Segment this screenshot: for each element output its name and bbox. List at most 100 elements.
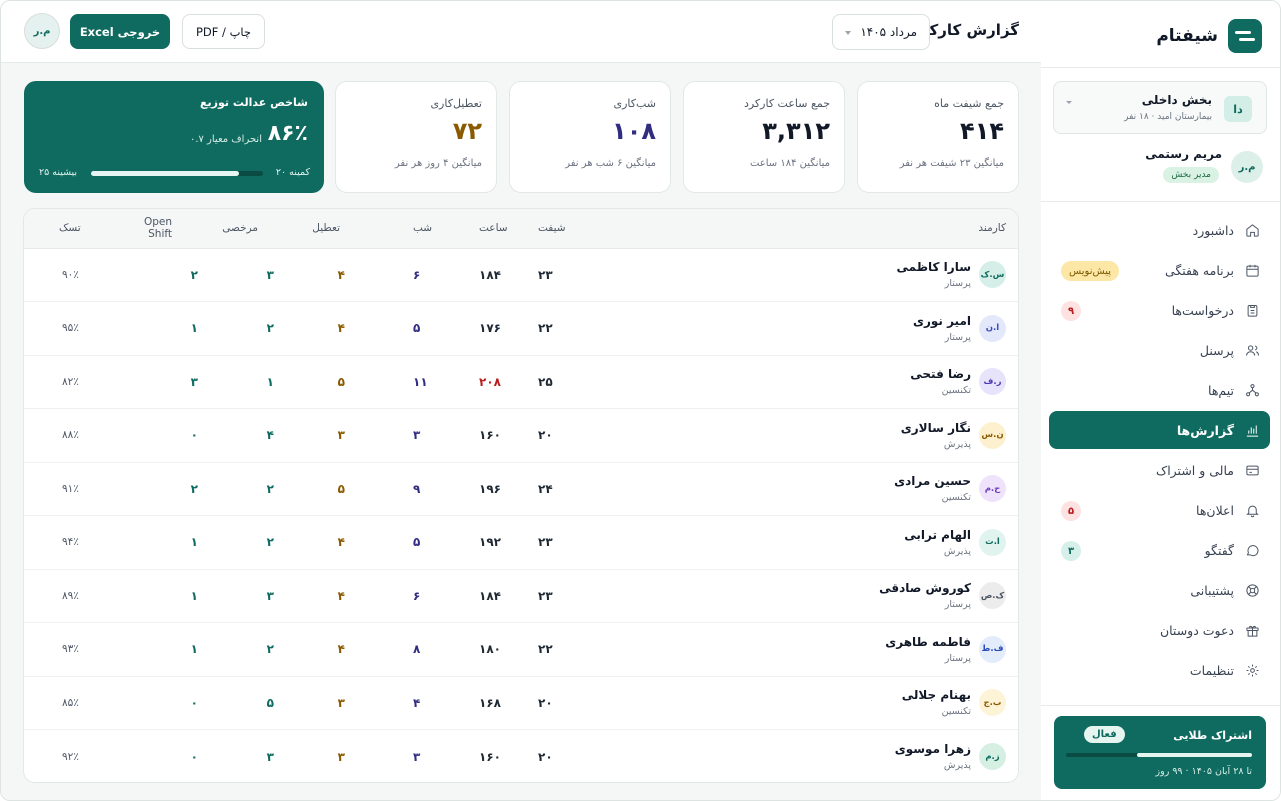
month-select-value: مرداد ۱۴۰۵ (860, 25, 917, 39)
cell-leave: ۴ (266, 428, 274, 443)
column-header-task[interactable]: تسک (24, 209, 88, 249)
cell-shifts: ۲۰ (538, 695, 553, 710)
sidebar-item-home[interactable]: داشبورد (1049, 211, 1270, 249)
column-header-open-shift[interactable]: Open Shift (88, 209, 172, 249)
cell-holidays: ۵ (337, 481, 345, 496)
kpi-label: جمع شیفت ماه (934, 97, 1004, 110)
column-header-nights[interactable]: شب (338, 209, 438, 249)
cell-open-shift: ۱ (190, 642, 198, 657)
employee-role: پذیرش (943, 760, 971, 771)
employee-name[interactable]: زهرا موسوی (895, 742, 971, 756)
table-row[interactable]: ف.ط فاطمه طاهری پرستار ۲۲ ۱۸۰ ۸ ۴ ۲ ۱ ۹۳٪ (24, 623, 1018, 676)
sidebar-item-label: اعلان‌ها (1196, 502, 1234, 518)
sidebar-item-gear[interactable]: تنظیمات (1049, 651, 1270, 689)
users-icon (1244, 342, 1260, 358)
table-row[interactable]: ر.ف رضا فتحی تکنسین ۲۵ ۲۰۸ ۱۱ ۵ ۱ ۳ ۸۲٪ (24, 355, 1018, 409)
table-row[interactable]: ب.ج بهنام جلالی تکنسین ۲۰ ۱۶۸ ۴ ۳ ۵ ۰ ۸۵٪ (24, 676, 1018, 730)
user-name: مریم رستمی (1145, 147, 1222, 161)
org-switcher[interactable]: دا بخش داخلی بیمارستان امید · ۱۸ نفر (1053, 81, 1267, 134)
cell-shifts: ۲۵ (538, 374, 553, 389)
fairness-value: ۸۶٪ (267, 121, 308, 146)
chat-icon (1244, 542, 1260, 558)
gift-icon (1244, 622, 1260, 638)
sidebar-item-teams[interactable]: تیم‌ها (1049, 371, 1270, 409)
export-excel-button[interactable]: خروجی Excel (70, 14, 170, 49)
column-header-shifts[interactable]: شیفت (518, 209, 618, 249)
cell-task: ۹۳٪ (62, 643, 79, 656)
employee-name[interactable]: حسین مرادی (894, 474, 971, 488)
kpi-value: ۴۱۴ (960, 117, 1004, 145)
employee-name[interactable]: فاطمه طاهری (885, 635, 971, 649)
cell-holidays: ۴ (337, 321, 345, 336)
cell-employee: س.ک سارا کاظمی پرستار (618, 248, 1018, 302)
table-row[interactable]: ا.ت الهام ترابی پذیرش ۲۳ ۱۹۲ ۵ ۴ ۲ ۱ ۹۴٪ (24, 516, 1018, 569)
sidebar-item-clipboard[interactable]: درخواست‌ها ۹ (1049, 291, 1270, 329)
employee-name[interactable]: کوروش صادقی (879, 581, 971, 595)
gear-icon (1244, 662, 1260, 678)
org-avatar: دا (1224, 96, 1252, 122)
cell-shifts: ۲۲ (538, 321, 553, 336)
table-row[interactable]: س.ک سارا کاظمی پرستار ۲۳ ۱۸۴ ۶ ۴ ۳ ۲ ۹۰٪ (24, 248, 1018, 302)
column-header-holidays[interactable]: تعطیل (248, 209, 340, 249)
profile-avatar-button[interactable]: م.ر (24, 13, 60, 49)
cell-employee: ح.م حسین مرادی تکنسین (618, 462, 1018, 516)
month-select[interactable]: مرداد ۱۴۰۵ (832, 14, 930, 50)
employee-name[interactable]: الهام ترابی (904, 528, 971, 542)
table-row[interactable]: ح.م حسین مرادی تکنسین ۲۴ ۱۹۶ ۹ ۵ ۲ ۲ ۹۱٪ (24, 462, 1018, 516)
subscription-card[interactable]: اشتراک طلایی فعال تا ۲۸ آبان ۱۴۰۵ · ۹۹ ر… (1054, 716, 1266, 789)
sidebar-item-gift[interactable]: دعوت دوستان (1049, 611, 1270, 649)
cell-shifts: ۲۰ (538, 749, 553, 764)
sidebar-item-bell[interactable]: اعلان‌ها ۵ (1049, 491, 1270, 529)
table-row[interactable]: ز.م زهرا موسوی پذیرش ۲۰ ۱۶۰ ۳ ۳ ۳ ۰ ۹۲٪ (24, 730, 1018, 783)
table-row[interactable]: ا.ن امیر نوری پرستار ۲۲ ۱۷۶ ۵ ۴ ۲ ۱ ۹۵٪ (24, 302, 1018, 356)
employee-name[interactable]: نگار سالاری (901, 421, 971, 435)
sidebar-item-chat[interactable]: گفتگو ۳ (1049, 531, 1270, 569)
teams-icon (1244, 382, 1260, 398)
kpi-label: تعطیل‌کاری (430, 97, 482, 110)
cell-employee: ا.ن امیر نوری پرستار (618, 302, 1018, 356)
employee-role: تکنسین (941, 385, 971, 397)
print-pdf-button[interactable]: چاپ / PDF (182, 14, 265, 49)
cell-nights: ۵ (413, 535, 421, 550)
cell-leave: ۵ (266, 695, 274, 710)
cell-shifts: ۲۳ (538, 535, 553, 550)
fairness-max: بیشینه ۲۵ (39, 167, 78, 178)
cell-task: ۸۲٪ (62, 375, 79, 388)
lifebuoy-icon (1244, 582, 1260, 598)
cell-leave: ۳ (266, 588, 274, 603)
employee-avatar: ک.ص (979, 582, 1006, 610)
user-avatar[interactable]: م.ر (1231, 151, 1263, 183)
table-row[interactable]: ک.ص کوروش صادقی پرستار ۲۳ ۱۸۴ ۶ ۴ ۳ ۱ ۸۹٪ (24, 569, 1018, 623)
sidebar-item-calendar[interactable]: برنامه هفتگی پیش‌نویس (1049, 251, 1270, 289)
employee-name[interactable]: امیر نوری (913, 314, 971, 328)
employee-name[interactable]: سارا کاظمی (897, 260, 971, 274)
fairness-title: شاخص عدالت توزیع (200, 96, 308, 109)
sidebar-item-users[interactable]: پرسنل (1049, 331, 1270, 369)
column-header-hours[interactable]: ساعت (438, 209, 518, 249)
employee-name[interactable]: رضا فتحی (910, 367, 971, 381)
kpi-value: ۱۰۸ (612, 117, 656, 145)
cell-holidays: ۴ (337, 642, 345, 657)
cell-holidays: ۳ (337, 695, 345, 710)
cell-employee: ک.ص کوروش صادقی پرستار (618, 569, 1018, 623)
clipboard-icon (1244, 302, 1260, 318)
cell-hours: ۲۰۸ (479, 374, 501, 389)
cell-employee: ب.ج بهنام جلالی تکنسین (618, 676, 1018, 730)
cell-hours: ۱۹۶ (479, 481, 501, 496)
sidebar-item-label: مالی و اشتراک (1156, 462, 1234, 478)
brand[interactable]: شیفتام (1156, 19, 1262, 53)
cell-task: ۸۹٪ (62, 589, 79, 602)
work-report-table: کارمند شیفت ساعت شب تعطیل مرخصی Open Shi… (23, 208, 1019, 783)
employee-name[interactable]: بهنام جلالی (902, 688, 971, 702)
employee-avatar: ن.س (979, 421, 1006, 449)
sidebar-item-credit-card[interactable]: مالی و اشتراک (1049, 451, 1270, 489)
table-row[interactable]: ن.س نگار سالاری پذیرش ۲۰ ۱۶۰ ۳ ۳ ۴ ۰ ۸۸٪ (24, 409, 1018, 462)
cell-holidays: ۴ (337, 588, 345, 603)
employee-role: پرستار (944, 599, 971, 611)
column-header-employee[interactable]: کارمند (618, 209, 1018, 249)
fairness-bar-fill (91, 171, 239, 176)
sidebar-item-lifebuoy[interactable]: پشتیبانی (1049, 571, 1270, 609)
topbar: گزارش کارکرد مرداد ۱۴۰۵ چاپ / PDF خروجی … (1, 1, 1041, 63)
sidebar-item-bar-chart[interactable]: گزارش‌ها (1049, 411, 1270, 449)
subscription-title: اشتراک طلایی (1173, 729, 1252, 742)
